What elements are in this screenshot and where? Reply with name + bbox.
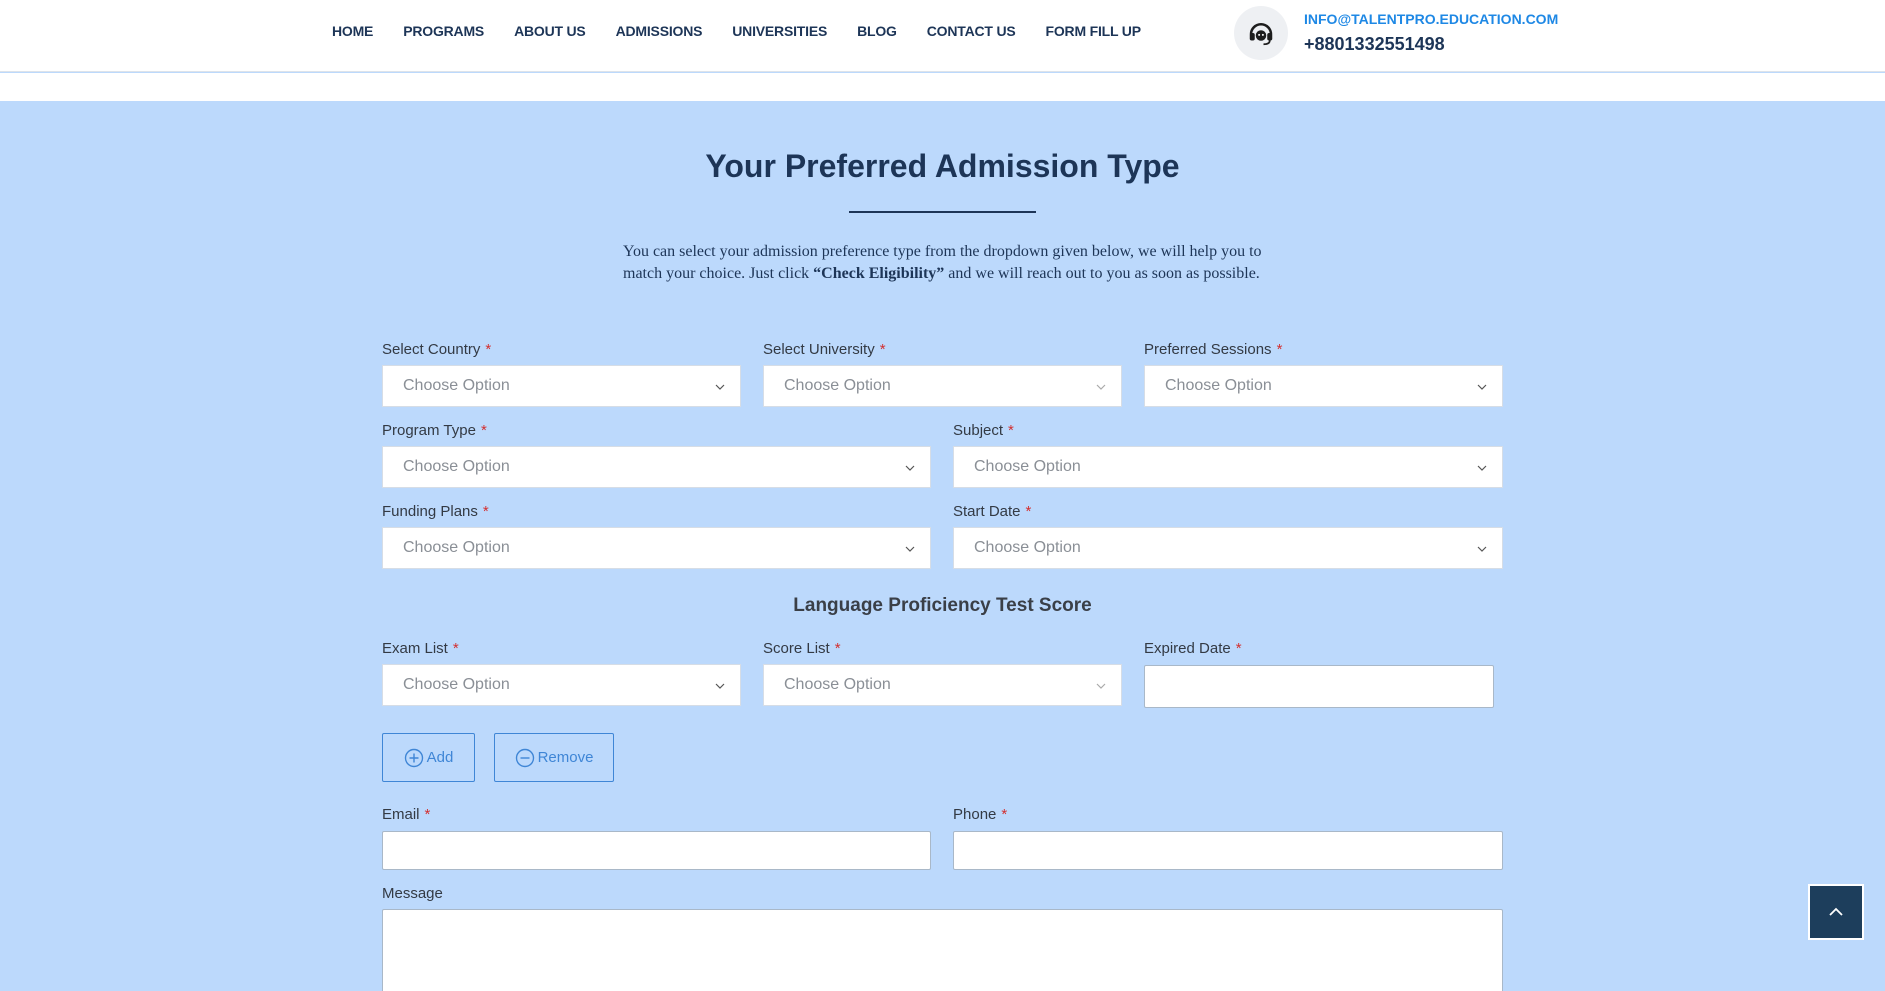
- nav-form-fill-up[interactable]: FORM FILL UP: [1046, 23, 1142, 39]
- message-label: Message: [382, 885, 443, 902]
- main-nav: HOME PROGRAMS ABOUT US ADMISSIONS UNIVER…: [332, 23, 1171, 39]
- university-label: Select University *: [763, 341, 886, 358]
- nav-admissions[interactable]: ADMISSIONS: [616, 23, 703, 39]
- minus-circle-icon: [515, 748, 534, 767]
- chevron-down-icon: [715, 384, 725, 390]
- chevron-down-icon: [1477, 465, 1487, 471]
- nav-about-us[interactable]: ABOUT US: [514, 23, 586, 39]
- chevron-down-icon: [905, 546, 915, 552]
- phone-field[interactable]: [953, 831, 1503, 870]
- check-eligibility-emphasis: “Check Eligibility”: [813, 265, 945, 282]
- chevron-down-icon: [1096, 384, 1106, 390]
- plus-circle-icon: [404, 748, 423, 767]
- contact-email[interactable]: INFO@TALENTPRO.EDUCATION.COM: [1304, 11, 1558, 27]
- exam-label: Exam List *: [382, 640, 459, 657]
- chevron-down-icon: [1477, 384, 1487, 390]
- back-to-top-button[interactable]: [1808, 884, 1864, 940]
- score-label: Score List *: [763, 640, 841, 657]
- nav-home[interactable]: HOME: [332, 23, 373, 39]
- title-divider: [849, 211, 1036, 213]
- chevron-up-icon: [1829, 907, 1843, 916]
- language-score-heading: Language Proficiency Test Score: [793, 595, 1092, 616]
- exam-select[interactable]: Choose Option: [382, 664, 741, 706]
- site-header: HOME PROGRAMS ABOUT US ADMISSIONS UNIVER…: [0, 0, 1885, 72]
- country-select[interactable]: Choose Option: [382, 365, 741, 407]
- start-date-select[interactable]: Choose Option: [953, 527, 1503, 569]
- headset-icon: [1234, 6, 1288, 60]
- chevron-down-icon: [905, 465, 915, 471]
- remove-button-label: Remove: [537, 749, 594, 766]
- score-select[interactable]: Choose Option: [763, 664, 1122, 706]
- subject-select[interactable]: Choose Option: [953, 446, 1503, 488]
- add-button-label: Add: [426, 749, 454, 766]
- subject-label: Subject *: [953, 422, 1014, 439]
- chevron-down-icon: [1477, 546, 1487, 552]
- email-field[interactable]: [382, 831, 931, 870]
- nav-universities[interactable]: UNIVERSITIES: [732, 23, 827, 39]
- page-title: Your Preferred Admission Type: [705, 148, 1180, 184]
- remove-button[interactable]: Remove: [494, 733, 614, 782]
- phone-label: Phone *: [953, 806, 1008, 823]
- intro-text: You can select your admission preference…: [623, 243, 1262, 282]
- header-spacer: [0, 73, 1885, 101]
- nav-blog[interactable]: BLOG: [857, 23, 897, 39]
- message-field[interactable]: [382, 909, 1503, 991]
- country-label: Select Country *: [382, 341, 492, 358]
- chevron-down-icon: [1096, 683, 1106, 689]
- start-date-label: Start Date *: [953, 503, 1032, 520]
- university-select[interactable]: Choose Option: [763, 365, 1122, 407]
- funding-select[interactable]: Choose Option: [382, 527, 931, 569]
- chevron-down-icon: [715, 683, 725, 689]
- funding-label: Funding Plans *: [382, 503, 489, 520]
- contact-phone[interactable]: +8801332551498: [1304, 34, 1445, 55]
- program-type-label: Program Type *: [382, 422, 487, 439]
- expired-date-input[interactable]: [1144, 665, 1494, 708]
- add-button[interactable]: Add: [382, 733, 475, 782]
- program-type-select[interactable]: Choose Option: [382, 446, 931, 488]
- expired-date-label: Expired Date *: [1144, 640, 1242, 657]
- sessions-label: Preferred Sessions *: [1144, 341, 1283, 358]
- email-label: Email *: [382, 806, 431, 823]
- nav-contact-us[interactable]: CONTACT US: [927, 23, 1016, 39]
- nav-programs[interactable]: PROGRAMS: [403, 23, 484, 39]
- sessions-select[interactable]: Choose Option: [1144, 365, 1503, 407]
